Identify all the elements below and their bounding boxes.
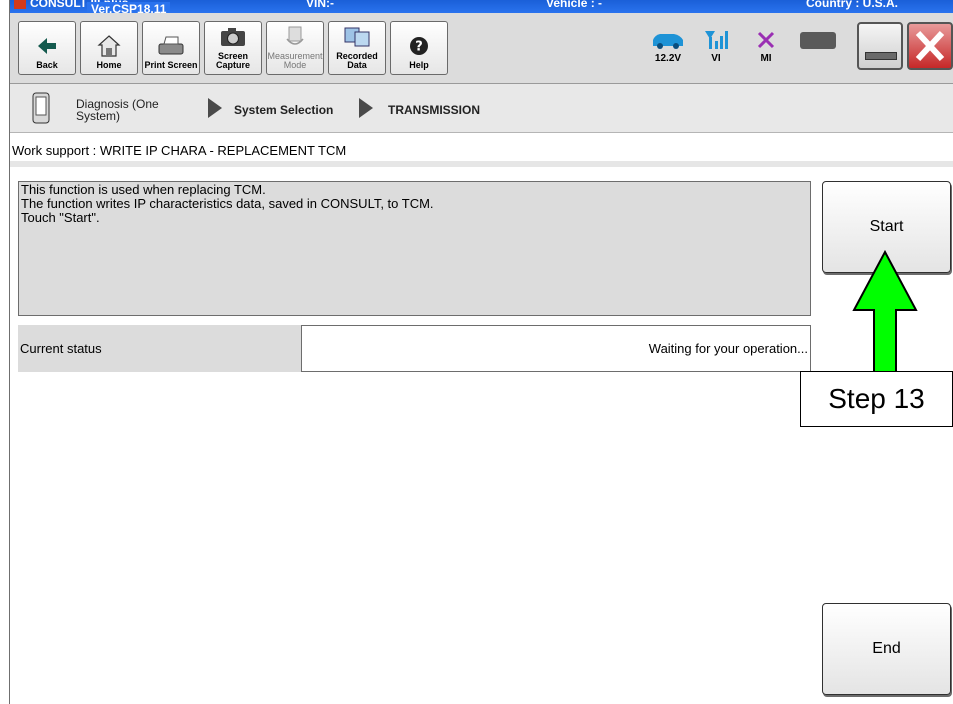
minimize-icon: [865, 52, 897, 60]
vi-signal-icon: [705, 31, 728, 49]
instruction-line: Touch "Start".: [21, 210, 100, 225]
measurement-icon: [280, 24, 310, 50]
help-button[interactable]: ? Help: [390, 21, 448, 75]
current-status-label: Current status: [18, 325, 301, 372]
battery-voltage-label: 12.2V: [654, 53, 682, 64]
consult-device-icon: [32, 92, 50, 124]
end-button[interactable]: End: [822, 603, 951, 695]
mi-label: MI: [760, 53, 772, 64]
consult-logo: [14, 0, 26, 9]
current-status-value: Waiting for your operation...: [301, 325, 811, 372]
instruction-line: This function is used when replacing TCM…: [21, 182, 266, 197]
divider: [10, 161, 953, 167]
title-bar: CONSULT-III plus Ver.CSP18.11 VIN:- Vehi…: [10, 0, 953, 13]
recorded-data-label: Recorded Data: [336, 51, 378, 70]
window-left-border: [0, 0, 10, 704]
close-icon: [915, 30, 945, 62]
vehicle-label: Vehicle : -: [546, 0, 603, 10]
print-screen-button[interactable]: Print Screen: [142, 21, 200, 75]
breadcrumb-item-system-selection[interactable]: System Selection: [234, 103, 333, 117]
screen-capture-button[interactable]: Screen Capture: [204, 21, 262, 75]
battery-voltage-indicator: 12.2V: [648, 29, 688, 77]
breadcrumb-item-diagnosis[interactable]: Diagnosis (One System): [76, 98, 196, 122]
recorded-data-icon: [342, 24, 372, 50]
toolbar: Back Home Print Screen Screen Capture Me…: [10, 13, 953, 84]
breadcrumb-item-transmission: TRANSMISSION: [388, 103, 481, 117]
step-annotation: Step 13: [800, 371, 953, 427]
recorded-data-button[interactable]: Recorded Data: [328, 21, 386, 75]
current-status-row: Current status Waiting for your operatio…: [18, 325, 811, 372]
minimize-button[interactable]: [857, 22, 903, 70]
help-icon: ?: [404, 33, 434, 59]
home-label: Home: [96, 60, 122, 70]
vi-indicator: VI: [696, 29, 736, 77]
vin-label: VIN:-: [306, 0, 334, 10]
printer-icon: [156, 33, 186, 59]
screen-capture-label: Screen Capture: [215, 51, 250, 70]
mi-indicator: MI: [746, 29, 786, 77]
back-arrow-icon: [32, 33, 62, 59]
home-button[interactable]: Home: [80, 21, 138, 75]
instruction-line: The function writes IP characteristics d…: [21, 196, 434, 211]
print-screen-label: Print Screen: [144, 60, 198, 70]
battery-icon: [800, 32, 836, 49]
breadcrumb-arrow-icon: [208, 98, 222, 118]
svg-text:?: ?: [415, 40, 423, 55]
home-icon: [94, 33, 124, 59]
measurement-mode-button[interactable]: Measurement Mode: [266, 21, 324, 75]
vi-label: VI: [711, 53, 721, 64]
measurement-mode-label: Measurement Mode: [267, 51, 323, 70]
country-label: Country : U.S.A.: [806, 0, 898, 10]
app-version: Ver.CSP18.11: [87, 2, 171, 13]
mi-disconnected-icon: [757, 31, 775, 49]
back-button[interactable]: Back: [18, 21, 76, 75]
annotation-arrow: [852, 250, 918, 374]
back-label: Back: [36, 60, 58, 70]
camera-icon: [218, 24, 248, 50]
car-icon: [653, 34, 683, 49]
breadcrumb-arrow-icon: [359, 98, 373, 118]
page-title: Work support : WRITE IP CHARA - REPLACEM…: [12, 143, 347, 158]
breadcrumb: Diagnosis (One System) System Selection …: [10, 84, 953, 133]
help-label: Help: [409, 60, 429, 70]
instruction-box: This function is used when replacing TCM…: [18, 181, 811, 316]
close-button[interactable]: [907, 22, 953, 70]
